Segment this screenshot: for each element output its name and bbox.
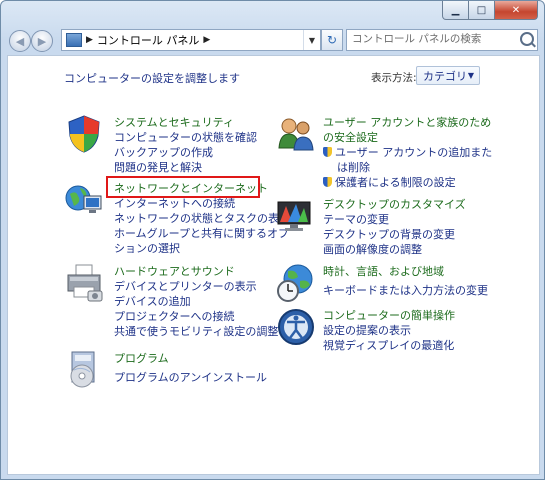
- link-adjust-resolution[interactable]: 画面の解像度の調整: [323, 241, 422, 257]
- minimize-icon: ▁: [451, 4, 460, 16]
- category-title-ease-of-access[interactable]: コンピューターの簡単操作: [323, 307, 455, 323]
- chevron-down-icon: ▼: [467, 71, 474, 80]
- forward-arrow-icon: ▶: [37, 34, 47, 48]
- link-parental-controls[interactable]: 保護者による制限の設定: [323, 174, 456, 190]
- highlight-box: [106, 176, 260, 198]
- uac-shield-icon: [323, 147, 332, 157]
- control-panel-window: ▁ □ ✕ ◀ ▶ ▶ コントロール パネル ▶ ▼ ↻ コンピューターの設定を…: [0, 0, 545, 480]
- maximize-button[interactable]: □: [469, 1, 495, 20]
- search-box[interactable]: [346, 29, 538, 51]
- link-homegroup-sharing[interactable]: ホームグループと共有に関するオプ: [114, 225, 289, 241]
- link-add-device[interactable]: デバイスの追加: [114, 293, 191, 309]
- link-parental-controls-label: 保護者による制限の設定: [335, 176, 456, 189]
- refresh-button[interactable]: ↻: [321, 29, 343, 51]
- window-controls: ▁ □ ✕: [442, 1, 538, 20]
- category-title-hardware-sound[interactable]: ハードウェアとサウンド: [114, 263, 235, 279]
- link-suggested-settings[interactable]: 設定の提案の表示: [323, 322, 411, 338]
- link-uninstall-program[interactable]: プログラムのアンインストール: [114, 369, 267, 385]
- globe-clock-icon[interactable]: [276, 263, 316, 303]
- view-by-dropdown[interactable]: カテゴリ ▼: [416, 66, 480, 85]
- search-icon[interactable]: [520, 32, 534, 46]
- shield-icon[interactable]: [64, 114, 104, 154]
- link-change-keyboard[interactable]: キーボードまたは入力方法の変更: [323, 282, 488, 298]
- back-arrow-icon: ◀: [15, 34, 25, 48]
- link-check-computer-status[interactable]: コンピューターの状態を確認: [114, 129, 257, 145]
- minimize-button[interactable]: ▁: [442, 1, 469, 20]
- network-icon[interactable]: [64, 180, 104, 220]
- link-network-status-tasks[interactable]: ネットワークの状態とタスクの表示: [114, 210, 290, 226]
- back-button[interactable]: ◀: [9, 30, 31, 52]
- ease-of-access-icon[interactable]: [276, 307, 316, 347]
- close-icon: ✕: [511, 4, 521, 16]
- breadcrumb-chevron-icon[interactable]: ▶: [203, 35, 210, 45]
- category-title-user-accounts[interactable]: ユーザー アカウントと家族のため: [323, 114, 491, 130]
- breadcrumb-separator-icon[interactable]: ▶: [86, 35, 93, 45]
- link-change-theme[interactable]: テーマの変更: [323, 211, 389, 227]
- link-add-remove-accounts-cont[interactable]: は削除: [337, 159, 370, 175]
- search-input[interactable]: [347, 30, 512, 48]
- link-add-remove-accounts[interactable]: ユーザー アカウントの追加また: [323, 144, 492, 160]
- view-by-label: 表示方法:: [371, 72, 417, 84]
- link-devices-printers[interactable]: デバイスとプリンターの表示: [114, 278, 257, 294]
- close-button[interactable]: ✕: [495, 1, 538, 20]
- category-title-programs[interactable]: プログラム: [114, 350, 169, 366]
- category-title-system-security[interactable]: システムとセキュリティ: [114, 114, 234, 130]
- link-homegroup-sharing-cont[interactable]: ションの選択: [114, 240, 180, 256]
- view-by-value: カテゴリ: [423, 69, 467, 83]
- link-mobility-settings[interactable]: 共通で使うモビリティ設定の調整: [114, 323, 278, 339]
- link-optimize-display[interactable]: 視覚ディスプレイの最適化: [323, 337, 454, 353]
- control-panel-icon: [66, 33, 82, 47]
- breadcrumb-control-panel[interactable]: コントロール パネル: [97, 32, 200, 48]
- address-bar[interactable]: ▶ コントロール パネル ▶ ▼: [61, 29, 321, 51]
- forward-button[interactable]: ▶: [31, 30, 53, 52]
- link-create-backup[interactable]: バックアップの作成: [114, 144, 213, 160]
- refresh-icon: ↻: [326, 33, 338, 47]
- address-dropdown-button[interactable]: ▼: [303, 30, 320, 50]
- link-change-background[interactable]: デスクトップの背景の変更: [323, 226, 455, 242]
- link-find-fix-problems[interactable]: 問題の発見と解決: [114, 159, 202, 175]
- category-title-clock-language-region[interactable]: 時計、言語、および地域: [323, 263, 444, 279]
- title-bar: ▁ □ ✕: [1, 1, 544, 25]
- main-content: コンピューターの設定を調整します 表示方法: カテゴリ ▼ システムとセキュリテ…: [7, 55, 540, 475]
- maximize-icon: □: [476, 4, 487, 16]
- printer-icon[interactable]: [64, 263, 104, 303]
- category-title-user-accounts-cont[interactable]: の安全設定: [323, 129, 378, 145]
- desktop-icon[interactable]: [276, 196, 316, 236]
- category-title-desktop-customization[interactable]: デスクトップのカスタマイズ: [323, 196, 466, 212]
- link-add-remove-accounts-label: ユーザー アカウントの追加また: [335, 146, 493, 159]
- users-icon[interactable]: [276, 114, 316, 154]
- navigation-bar: ◀ ▶ ▶ コントロール パネル ▶ ▼ ↻: [1, 25, 544, 55]
- uac-shield-icon: [323, 177, 332, 187]
- page-heading: コンピューターの設定を調整します: [64, 72, 240, 85]
- programs-icon[interactable]: [64, 350, 104, 390]
- link-connect-projector[interactable]: プロジェクターへの接続: [114, 308, 235, 324]
